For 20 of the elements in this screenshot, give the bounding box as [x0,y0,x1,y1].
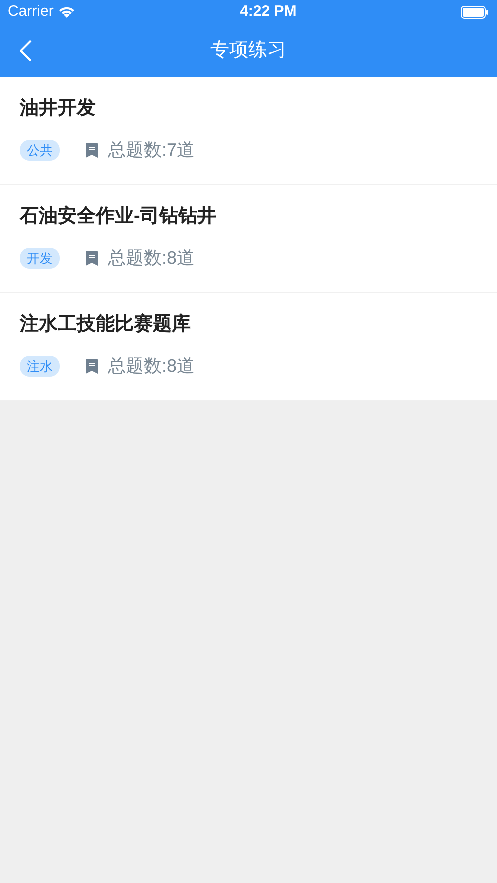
item-title: 油井开发 [20,97,97,121]
category-tag: 注水 [20,356,60,378]
clock-label: 4:22 PM [240,2,297,22]
carrier-label: Carrier [8,2,54,22]
bookmark-icon [86,143,98,158]
question-count: 总题数:7道 [108,139,196,162]
question-count: 总题数:8道 [108,355,196,378]
practice-list-item[interactable]: 石油安全作业-司钻钻井 开发 总题数:8道 [0,185,497,293]
bookmark-icon [86,359,98,374]
category-tag: 公共 [20,140,60,162]
battery-icon [460,6,489,19]
item-title: 注水工技能比赛题库 [20,313,192,337]
bookmark-icon [86,251,98,266]
wifi-icon [58,6,76,19]
page-title: 专项练习 [210,38,286,63]
item-title: 石油安全作业-司钻钻井 [20,205,218,229]
question-count: 总题数:8道 [108,247,196,270]
practice-list-item[interactable]: 注水工技能比赛题库 注水 总题数:8道 [0,293,497,401]
practice-list-item[interactable]: 油井开发 公共 总题数:7道 [0,77,497,185]
category-tag: 开发 [20,248,60,270]
